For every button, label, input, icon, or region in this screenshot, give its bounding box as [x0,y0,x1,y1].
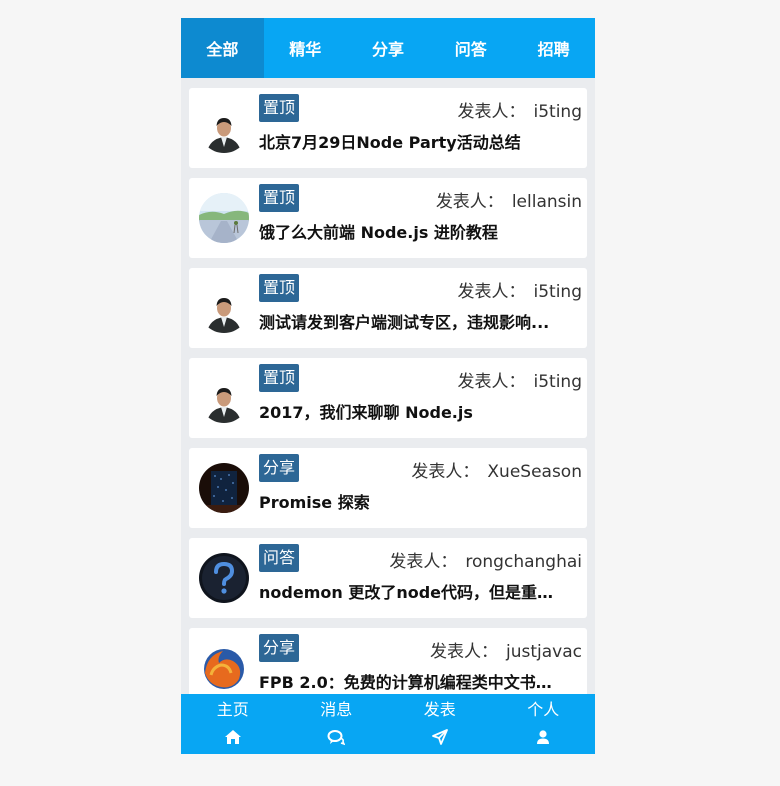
topic-tabs: 全部 精华 分享 问答 招聘 [181,18,595,78]
home-icon [224,730,241,744]
author-name[interactable]: lellansin [512,192,582,212]
topic-title[interactable]: 饿了么大前端 Node.js 进阶教程 [259,219,564,243]
author-name[interactable]: i5ting [534,282,583,302]
question-mark-avatar-icon [199,553,249,603]
author-label: 发表人： [435,192,504,212]
topic-tag-badge: 置顶 [259,364,300,392]
nav-post-label: 发表 [423,700,456,719]
topic-card[interactable]: 置顶 发表人： i5ting 北京7月29日Node Party活动总结 [189,88,587,168]
topic-title[interactable]: FPB 2.0：免费的计算机编程类中文书籍... [259,669,564,693]
chat-bubbles-icon [327,730,346,746]
topic-tag-badge: 分享 [259,634,300,662]
tab-ask[interactable]: 问答 [429,18,512,78]
author-label: 发表人： [430,642,498,662]
landscape-avatar-icon [199,193,249,243]
author-label: 发表人： [411,462,480,482]
person-photo-avatar-icon [199,373,249,423]
author-label: 发表人： [389,552,458,572]
topic-title[interactable]: 2017，我们来聊聊 Node.js [259,399,564,423]
topic-tag-badge: 置顶 [259,184,300,212]
app-screen: 全部 精华 分享 问答 招聘 置顶 发表人： i5ting 北京7月29日Node… [181,18,595,754]
send-arrow-icon [431,729,448,745]
tab-good[interactable]: 精华 [264,18,347,78]
nav-home-label: 主页 [216,700,249,719]
topic-author: 发表人： lellansin [436,187,582,212]
bottom-nav: 主页 消息 发表 个人 [181,694,595,754]
topic-author: 发表人： XueSeason [411,457,582,482]
topic-card[interactable]: 问答 发表人： rongchanghai nodemon 更改了node代码，但是… [189,538,587,618]
topic-card[interactable]: 分享 发表人： justjavac FPB 2.0：免费的计算机编程类中文书籍..… [189,628,587,694]
topic-card[interactable]: 置顶 发表人： i5ting 2017，我们来聊聊 Node.js [189,358,587,438]
night-window-avatar-icon [199,463,249,513]
author-label: 发表人： [457,102,526,122]
topic-card[interactable]: 分享 发表人： XueSeason Promise 探索 [189,448,587,528]
tab-job[interactable]: 招聘 [512,18,595,78]
nav-home[interactable]: 主页 [181,694,285,754]
topic-author: 发表人： rongchanghai [389,547,582,572]
topic-author: 发表人： i5ting [458,277,583,302]
nav-messages-label: 消息 [320,700,353,719]
topic-tag-badge: 问答 [259,544,300,572]
nav-messages[interactable]: 消息 [285,694,389,754]
user-icon [537,730,550,744]
author-name[interactable]: i5ting [534,102,583,122]
author-name[interactable]: justjavac [506,642,582,662]
topic-author: 发表人： i5ting [458,97,583,122]
nav-profile-label: 个人 [527,700,560,719]
author-label: 发表人： [457,282,526,302]
firefox-avatar-icon [199,643,249,693]
topic-title[interactable]: 北京7月29日Node Party活动总结 [259,129,564,153]
nav-profile[interactable]: 个人 [492,694,596,754]
topic-author: 发表人： i5ting [458,367,583,392]
topic-tag-badge: 置顶 [259,94,300,122]
topic-title[interactable]: 测试请发到客户端测试专区，违规影响... [259,309,564,333]
person-photo-avatar-icon [199,103,249,153]
person-photo-avatar-icon [199,283,249,333]
author-label: 发表人： [457,372,526,392]
topic-list: 置顶 发表人： i5ting 北京7月29日Node Party活动总结 置顶 发… [181,78,595,694]
topic-card[interactable]: 置顶 发表人： i5ting 测试请发到客户端测试专区，违规影响... [189,268,587,348]
topic-title[interactable]: nodemon 更改了node代码，但是重启... [259,579,564,603]
topic-card[interactable]: 置顶 发表人： lellansin 饿了么大前端 Node.js 进阶教程 [189,178,587,258]
author-name[interactable]: i5ting [534,372,583,392]
topic-title[interactable]: Promise 探索 [259,489,564,513]
topic-author: 发表人： justjavac [430,637,582,662]
topic-tag-badge: 分享 [259,454,300,482]
author-name[interactable]: rongchanghai [465,552,582,572]
nav-post[interactable]: 发表 [388,694,492,754]
topic-tag-badge: 置顶 [259,274,300,302]
author-name[interactable]: XueSeason [487,462,582,482]
tab-all[interactable]: 全部 [181,18,264,78]
tab-share[interactable]: 分享 [347,18,430,78]
